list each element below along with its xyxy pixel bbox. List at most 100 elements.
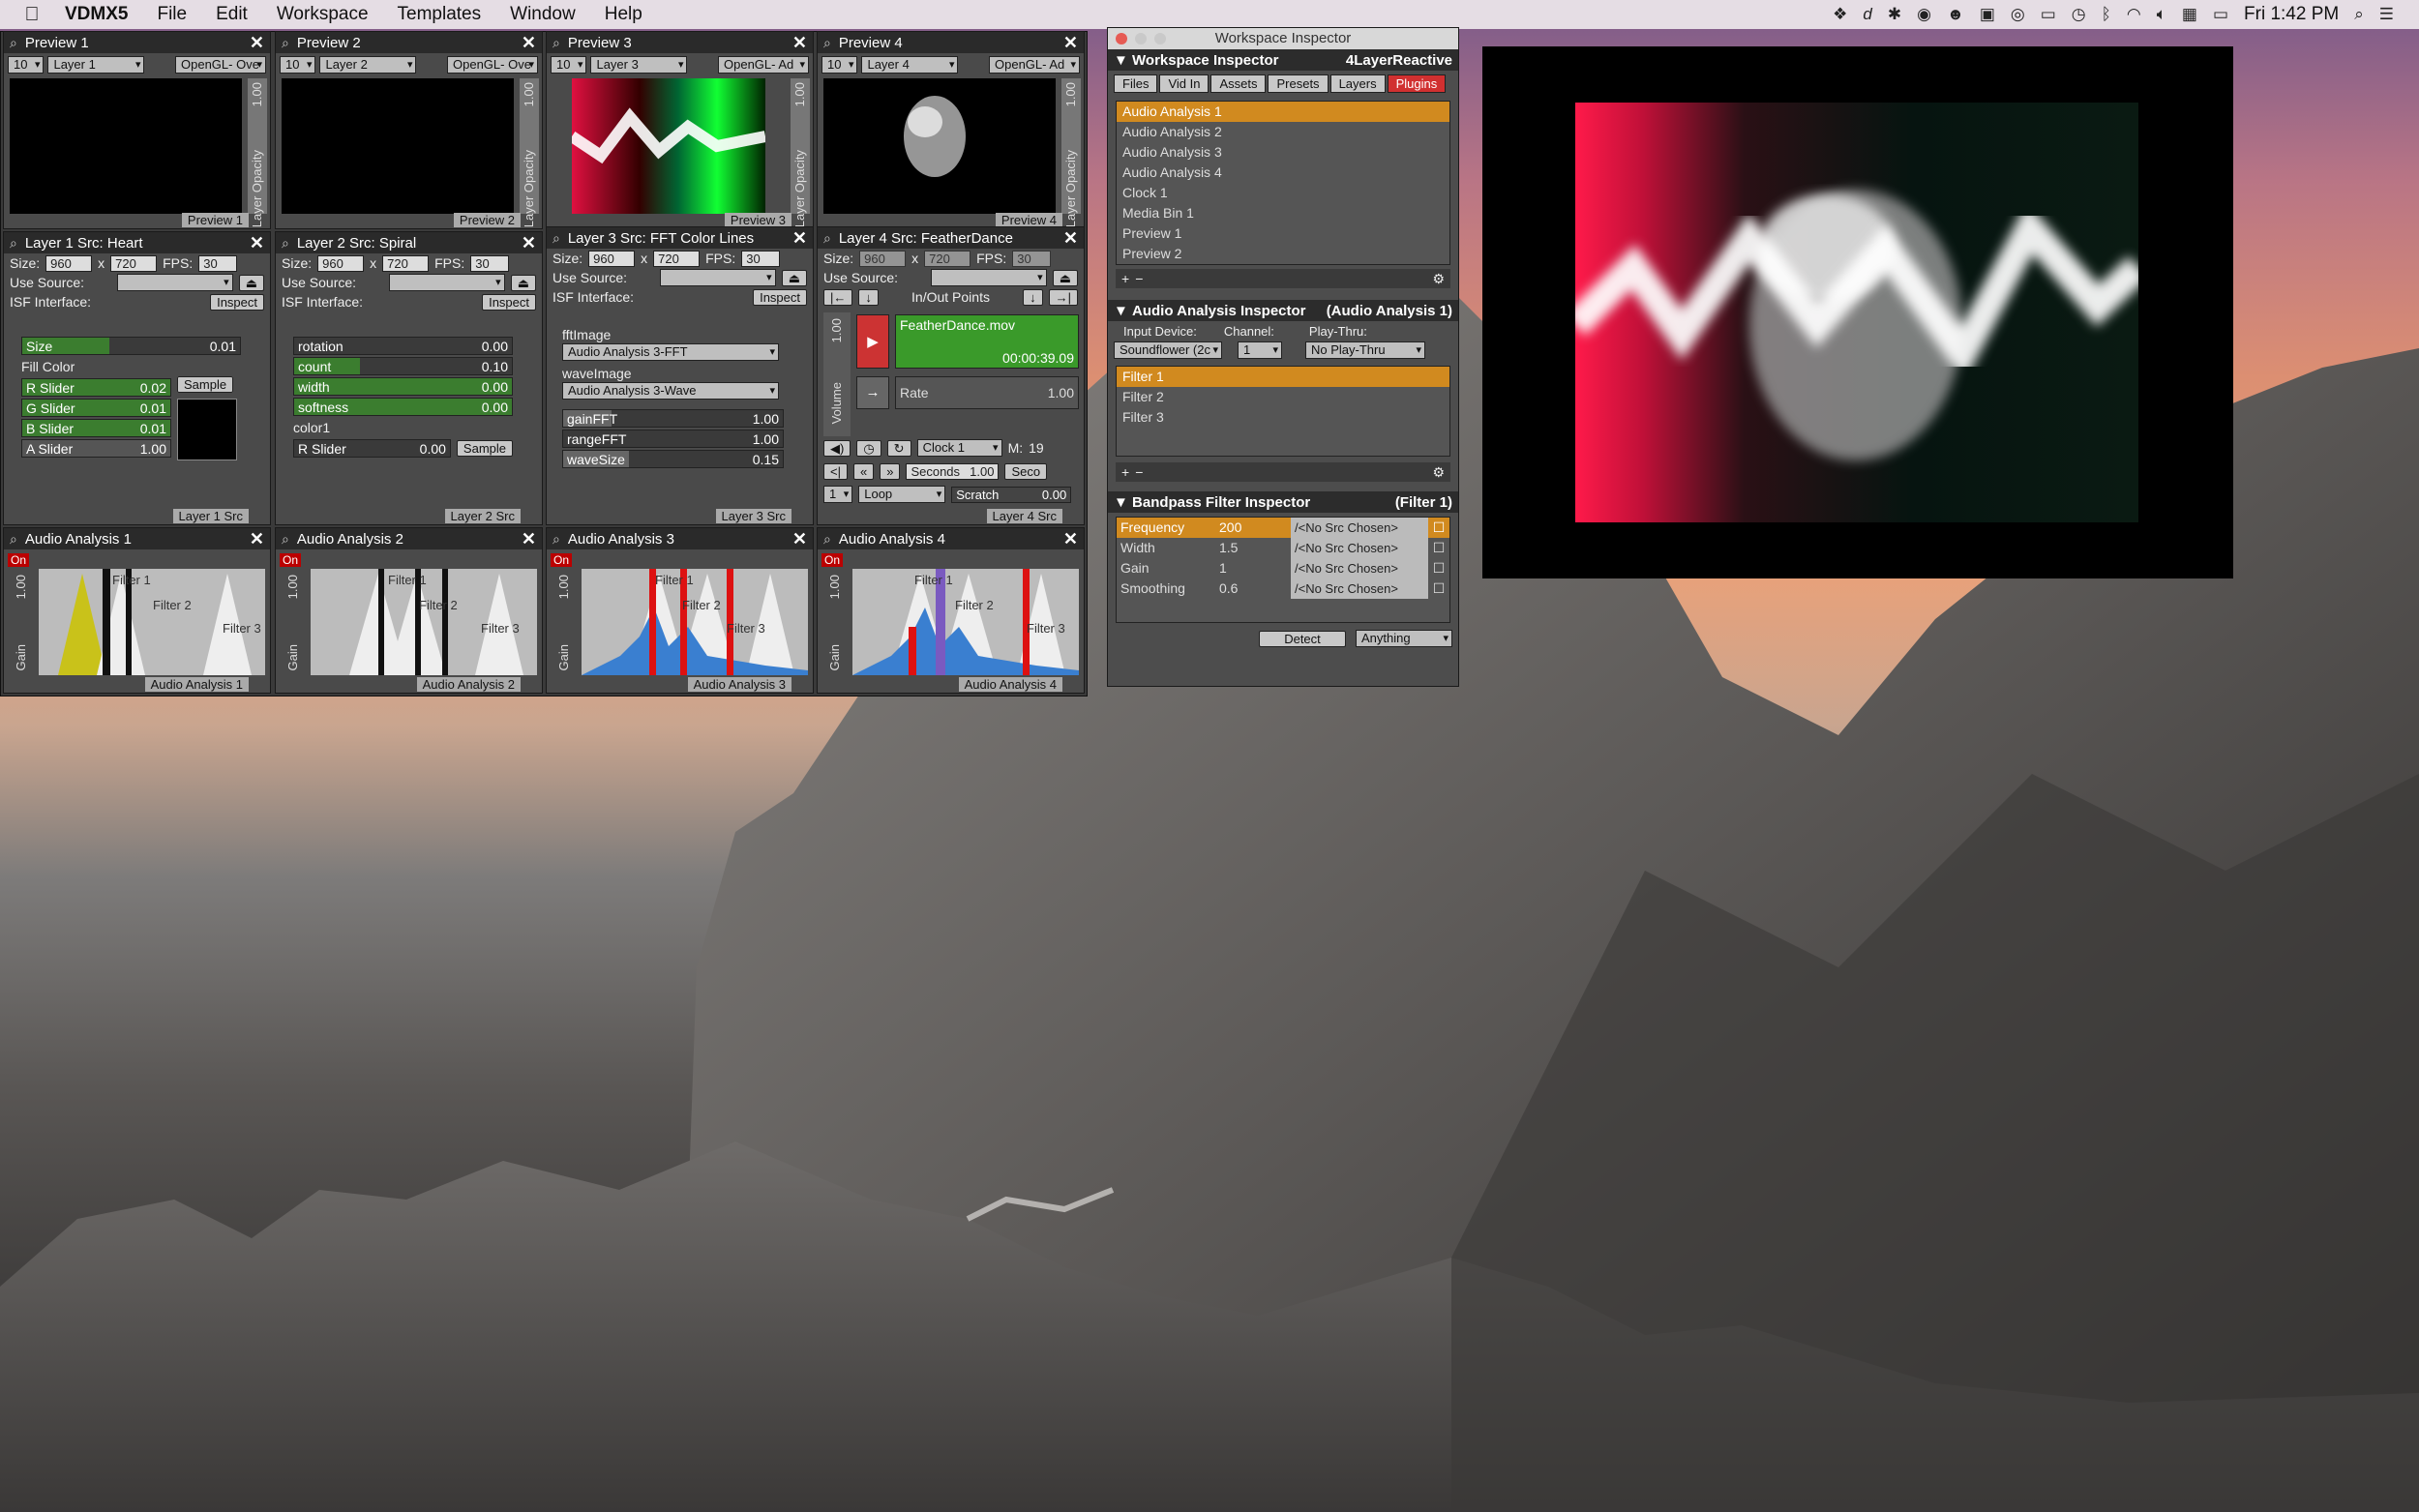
- close-icon[interactable]: ✕: [250, 529, 264, 549]
- table-row[interactable]: Width 1.5/<No Src Chosen> ☐: [1117, 538, 1449, 558]
- apple-icon[interactable]: : [14, 4, 50, 26]
- seconds-field[interactable]: Seconds 1.00: [906, 462, 1000, 480]
- size-slider[interactable]: Size 0.01: [21, 337, 241, 355]
- on-toggle[interactable]: On: [821, 553, 844, 567]
- width-field[interactable]: 960: [588, 250, 636, 267]
- search-icon[interactable]: ⌕: [282, 235, 289, 252]
- spectrum-graph[interactable]: Filter 1 Filter 2 Filter 3: [582, 569, 808, 675]
- wifi-icon[interactable]: ◠: [2127, 5, 2141, 24]
- rewind-button[interactable]: «: [852, 462, 875, 480]
- menu-workspace[interactable]: Workspace: [262, 4, 383, 25]
- detect-button[interactable]: Detect: [1259, 630, 1346, 647]
- close-icon[interactable]: ✕: [522, 529, 536, 549]
- width-field[interactable]: 960: [317, 254, 365, 272]
- close-icon[interactable]: [1116, 33, 1127, 44]
- search-icon[interactable]: ⌕: [823, 531, 831, 548]
- list-item[interactable]: Filter 2: [1117, 387, 1449, 407]
- color-swatch[interactable]: [177, 399, 237, 460]
- close-icon[interactable]: ✕: [792, 228, 807, 249]
- rotation-slider[interactable]: rotation 0.00: [293, 337, 513, 355]
- menu-window[interactable]: Window: [495, 4, 590, 25]
- table-row[interactable]: Smoothing 0.6/<No Src Chosen> ☐: [1117, 578, 1449, 599]
- search-icon[interactable]: ⌕: [10, 531, 17, 548]
- list-item[interactable]: Media Bin 1: [1117, 203, 1449, 223]
- down-arrow-icon[interactable]: ↓: [1023, 288, 1043, 306]
- menu-help[interactable]: Help: [590, 4, 657, 25]
- use-source-select[interactable]: [659, 269, 776, 286]
- menubar-clock[interactable]: Fri 1:42 PM: [2244, 4, 2339, 25]
- step-back-button[interactable]: <|: [823, 462, 848, 480]
- close-icon[interactable]: ✕: [1063, 228, 1078, 249]
- close-icon[interactable]: ✕: [250, 33, 264, 53]
- gear-icon[interactable]: ⚙: [1432, 464, 1445, 481]
- bluetooth-icon[interactable]: ᛒ: [2102, 5, 2111, 24]
- notification-icon[interactable]: ☰: [2379, 5, 2394, 24]
- tab-vid-in[interactable]: Vid In: [1159, 74, 1210, 93]
- remove-icon[interactable]: −: [1135, 464, 1143, 480]
- forward-button[interactable]: →: [856, 376, 889, 409]
- checkbox[interactable]: ☐: [1428, 538, 1449, 558]
- search-icon[interactable]: ⌕: [823, 35, 831, 51]
- list-item[interactable]: Audio Analysis 2: [1117, 122, 1449, 142]
- search-icon[interactable]: ⌕: [552, 531, 560, 548]
- rangefft-slider[interactable]: rangeFFT 1.00: [562, 430, 784, 448]
- list-item[interactable]: Clock 1: [1117, 183, 1449, 203]
- close-icon[interactable]: ✕: [1063, 33, 1078, 53]
- play-button[interactable]: ▶: [856, 314, 889, 369]
- res-select[interactable]: 10: [8, 56, 45, 74]
- remove-icon[interactable]: −: [1135, 271, 1143, 286]
- flag-icon[interactable]: ▦: [2182, 5, 2197, 24]
- search-icon[interactable]: ⌕: [282, 531, 289, 548]
- close-icon[interactable]: ✕: [522, 233, 536, 253]
- menu-templates[interactable]: Templates: [383, 4, 496, 25]
- input-device-select[interactable]: Soundflower (2c: [1114, 341, 1222, 359]
- fast-forward-button[interactable]: »: [880, 462, 901, 480]
- use-source-select[interactable]: [116, 274, 233, 291]
- loop-icon[interactable]: ↻: [886, 439, 911, 457]
- list-item[interactable]: Audio Analysis 4: [1117, 163, 1449, 183]
- layer-select[interactable]: Layer 4: [861, 56, 959, 74]
- list-item[interactable]: Audio Analysis 3: [1117, 142, 1449, 163]
- tab-files[interactable]: Files: [1114, 74, 1158, 93]
- close-icon[interactable]: ✕: [250, 233, 264, 253]
- search-icon[interactable]: ⌕: [552, 35, 560, 51]
- clock-select[interactable]: Clock 1: [916, 439, 1002, 457]
- blend-select[interactable]: OpenGL- Ove: [175, 56, 266, 74]
- out-point-button[interactable]: →|: [1048, 288, 1078, 306]
- inspect-button[interactable]: Inspect: [210, 293, 264, 311]
- timer-icon[interactable]: ◷: [856, 439, 881, 457]
- r-slider[interactable]: R Slider 0.00: [293, 439, 451, 458]
- layer-select[interactable]: Layer 1: [47, 56, 145, 74]
- checkbox[interactable]: ☐: [1428, 558, 1449, 578]
- layer-select[interactable]: Layer 2: [319, 56, 417, 74]
- d-icon[interactable]: d: [1863, 5, 1871, 24]
- on-toggle[interactable]: On: [8, 553, 30, 567]
- search-icon[interactable]: ⌕: [823, 230, 831, 247]
- close-icon[interactable]: ✕: [792, 33, 807, 53]
- alien-icon[interactable]: ☻: [1947, 5, 1964, 24]
- height-field[interactable]: 720: [382, 254, 430, 272]
- rate-slider[interactable]: Rate 1.00: [895, 376, 1079, 409]
- anything-select[interactable]: Anything: [1356, 630, 1452, 647]
- eject-button[interactable]: ⏏: [510, 274, 536, 291]
- fps-field[interactable]: 30: [1012, 250, 1052, 267]
- eject-button[interactable]: ⏏: [238, 274, 264, 291]
- res-select[interactable]: 10: [551, 56, 587, 74]
- checkbox[interactable]: ☐: [1428, 578, 1449, 599]
- close-icon[interactable]: ✕: [1063, 529, 1078, 549]
- fps-field[interactable]: 30: [198, 254, 238, 272]
- softness-slider[interactable]: softness 0.00: [293, 398, 513, 416]
- r-slider[interactable]: R Slider 0.02: [21, 378, 171, 397]
- menu-app[interactable]: VDMX5: [50, 4, 142, 25]
- loop-select[interactable]: Loop: [858, 486, 946, 503]
- playthru-select[interactable]: No Play-Thru: [1305, 341, 1425, 359]
- loop-count-select[interactable]: 1: [823, 486, 853, 503]
- table-row[interactable]: Gain 1/<No Src Chosen> ☐: [1117, 558, 1449, 578]
- close-icon[interactable]: ✕: [792, 529, 807, 549]
- inspect-button[interactable]: Inspect: [482, 293, 536, 311]
- eject-button[interactable]: ⏏: [781, 269, 807, 286]
- channel-select[interactable]: 1: [1238, 341, 1282, 359]
- sample-button[interactable]: Sample: [177, 376, 234, 393]
- zoom-icon[interactable]: [1154, 33, 1166, 44]
- list-item[interactable]: Preview 1: [1117, 223, 1449, 244]
